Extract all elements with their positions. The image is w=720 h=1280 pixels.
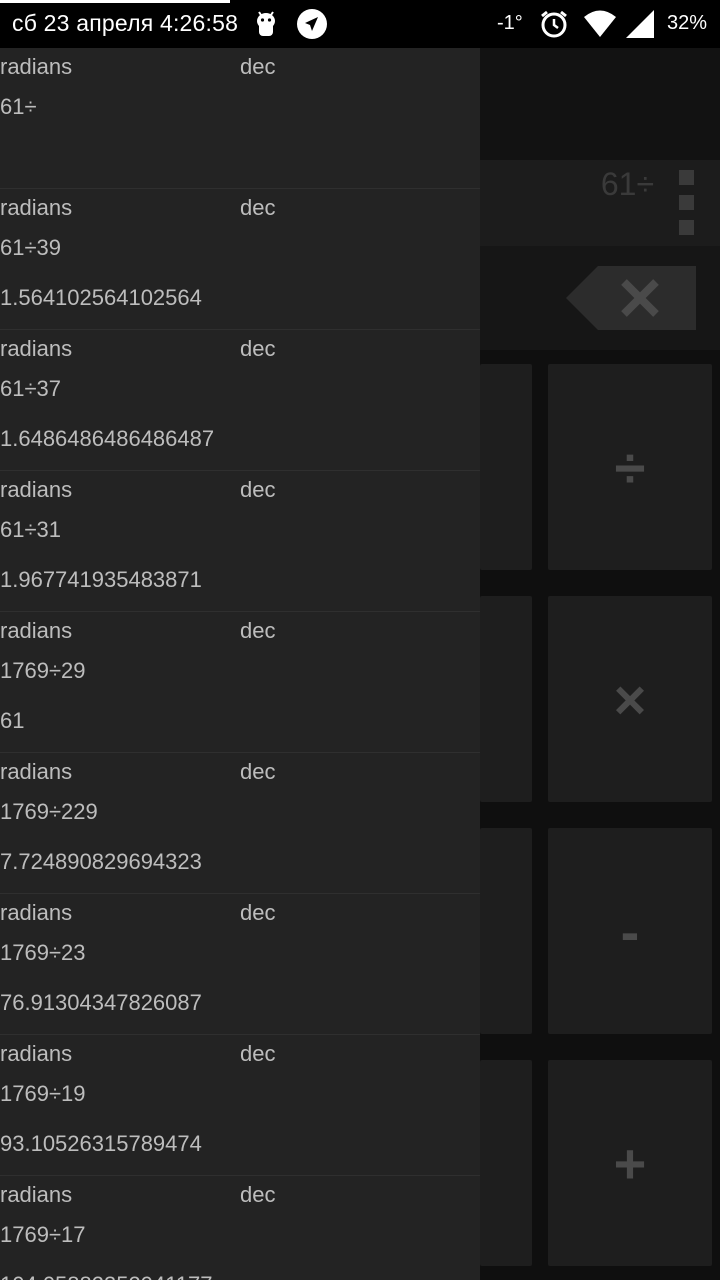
number-base: dec xyxy=(240,54,276,79)
number-base: dec xyxy=(240,1041,276,1066)
overflow-menu-icon[interactable] xyxy=(679,170,697,245)
history-result: 61 xyxy=(0,708,25,733)
number-base: dec xyxy=(240,336,276,361)
history-result: 1.564102564102564 xyxy=(0,285,202,310)
key-left-1[interactable] xyxy=(480,364,532,570)
history-item[interactable]: radians dec 61÷ xyxy=(0,48,480,189)
signal-icon xyxy=(624,8,656,40)
backspace-icon[interactable] xyxy=(566,266,696,330)
alarm-icon xyxy=(538,8,570,40)
key-left-2[interactable] xyxy=(480,596,532,802)
number-base: dec xyxy=(240,759,276,784)
angle-mode: radians xyxy=(0,618,73,643)
angle-mode: radians xyxy=(0,1182,73,1207)
temperature-text: -1° xyxy=(497,12,523,34)
wifi-icon xyxy=(582,8,618,40)
history-expression: 61÷39 xyxy=(0,235,62,260)
history-result: 7.724890829694323 xyxy=(0,849,202,874)
history-result: 93.10526315789474 xyxy=(0,1131,202,1156)
display-expression: 61÷ xyxy=(600,166,654,202)
history-result: 1.967741935483871 xyxy=(0,567,202,592)
history-expression: 61÷ xyxy=(0,94,37,119)
history-result: 1.6486486486486487 xyxy=(0,426,215,451)
status-bar: сб 23 апреля 4:26:58 -1° 32% xyxy=(0,0,720,48)
angle-mode: radians xyxy=(0,759,73,784)
history-item[interactable]: radians dec 1769÷229 7.724890829694323 xyxy=(0,753,480,894)
number-base: dec xyxy=(240,618,276,643)
key-left-4[interactable] xyxy=(480,1060,532,1266)
battery-text: 32% xyxy=(667,12,708,34)
history-item[interactable]: radians dec 61÷39 1.564102564102564 xyxy=(0,189,480,330)
minus-button[interactable]: - xyxy=(548,828,712,1034)
angle-mode: radians xyxy=(0,195,73,220)
history-expression: 61÷31 xyxy=(0,517,62,542)
divide-button[interactable]: ÷ xyxy=(548,364,712,570)
history-expression: 1769÷17 xyxy=(0,1222,86,1247)
status-time: сб 23 апреля 4:26:58 xyxy=(12,10,239,36)
history-drawer[interactable]: radians dec 61÷ radians dec 61÷39 1.5641… xyxy=(0,48,480,1280)
angle-mode: radians xyxy=(0,336,73,361)
history-expression: 1769÷23 xyxy=(0,940,86,965)
history-item[interactable]: radians dec 1769÷29 61 xyxy=(0,612,480,753)
multiply-button[interactable]: × xyxy=(548,596,712,802)
number-base: dec xyxy=(240,900,276,925)
angle-mode: radians xyxy=(0,54,73,79)
history-item[interactable]: radians dec 1769÷19 93.10526315789474 xyxy=(0,1035,480,1176)
angle-mode: radians xyxy=(0,900,73,925)
history-item[interactable]: radians dec 1769÷17 104.05882352941177 xyxy=(0,1176,480,1280)
telegram-icon xyxy=(296,8,328,40)
calculator-header xyxy=(480,48,720,160)
history-item[interactable]: radians dec 61÷31 1.967741935483871 xyxy=(0,471,480,612)
history-expression: 1769÷229 xyxy=(0,799,98,824)
history-expression: 1769÷29 xyxy=(0,658,86,683)
history-result: 104.05882352941177 xyxy=(0,1272,212,1280)
history-expression: 1769÷19 xyxy=(0,1081,86,1106)
number-base: dec xyxy=(240,1182,276,1207)
angle-mode: radians xyxy=(0,1041,73,1066)
plus-button[interactable]: + xyxy=(548,1060,712,1266)
history-item[interactable]: radians dec 1769÷23 76.91304347826087 xyxy=(0,894,480,1035)
angle-mode: radians xyxy=(0,477,73,502)
number-base: dec xyxy=(240,477,276,502)
key-left-3[interactable] xyxy=(480,828,532,1034)
number-base: dec xyxy=(240,195,276,220)
android-icon xyxy=(250,8,282,40)
history-item[interactable]: radians dec 61÷37 1.6486486486486487 xyxy=(0,330,480,471)
history-expression: 61÷37 xyxy=(0,376,62,401)
download-progress xyxy=(0,0,230,3)
history-result: 76.91304347826087 xyxy=(0,990,202,1015)
